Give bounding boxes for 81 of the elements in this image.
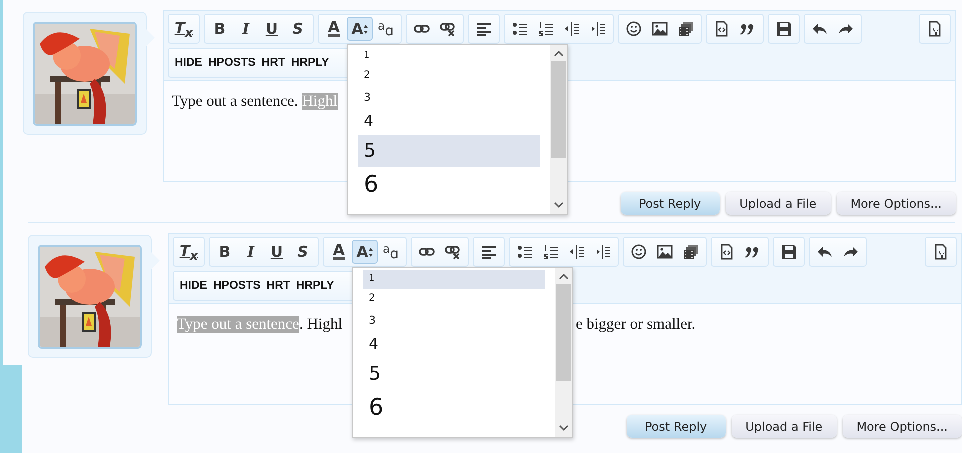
scrollbar[interactable] bbox=[550, 45, 567, 214]
editor-text: Type out a sentence. Highl bbox=[172, 93, 338, 112]
font-size-option[interactable]: 1 bbox=[358, 47, 540, 66]
smiley-icon bbox=[631, 244, 647, 260]
redo-icon bbox=[843, 244, 859, 260]
font-size-button[interactable]: A bbox=[352, 240, 378, 264]
film-icon bbox=[683, 244, 699, 260]
scroll-up-icon[interactable] bbox=[558, 273, 568, 281]
save-icon bbox=[781, 244, 797, 260]
font-size-option[interactable]: 4 bbox=[358, 108, 540, 135]
font-size-option[interactable]: 6 bbox=[358, 167, 540, 203]
clear-format-button[interactable]: T$_{x}$ bbox=[176, 240, 202, 264]
outdent-icon bbox=[564, 21, 580, 37]
underline-button[interactable]: U bbox=[264, 240, 290, 264]
code-file-icon bbox=[714, 21, 730, 37]
arrows-icon bbox=[364, 24, 368, 34]
bullet-list-icon bbox=[517, 244, 533, 260]
scrollbar[interactable] bbox=[555, 268, 572, 437]
image-icon bbox=[657, 244, 673, 260]
align-left-icon bbox=[476, 21, 492, 37]
post-reply-button[interactable]: Post Reply bbox=[620, 192, 720, 215]
document-wrench-icon bbox=[927, 21, 943, 37]
editor-text: e bigger or smaller. bbox=[576, 316, 696, 335]
outdent-icon bbox=[569, 244, 585, 260]
post-reply-button[interactable]: Post Reply bbox=[626, 415, 726, 438]
strikethrough-button[interactable]: S bbox=[290, 240, 316, 264]
action-button[interactable]: More Options... bbox=[842, 415, 962, 438]
scrollbar-thumb[interactable] bbox=[551, 61, 566, 158]
tag-button[interactable]: HPOSTS bbox=[211, 280, 263, 292]
bullet-list-icon bbox=[512, 21, 528, 37]
scrollbar-thumb[interactable] bbox=[556, 284, 571, 381]
font-size-option[interactable]: 1 bbox=[363, 270, 545, 289]
clear-format-button[interactable]: T$_{x}$ bbox=[171, 17, 197, 41]
font-size-option[interactable]: 6 bbox=[363, 390, 545, 426]
arrows-icon bbox=[369, 248, 374, 256]
font-size-option[interactable]: 3 bbox=[358, 86, 540, 108]
scroll-up-icon[interactable] bbox=[554, 50, 564, 58]
scroll-down-icon[interactable] bbox=[554, 201, 564, 209]
indent-icon bbox=[590, 21, 606, 37]
font-size-button[interactable]: A bbox=[347, 17, 373, 41]
tag-button[interactable]: HRT bbox=[264, 280, 292, 292]
italic-button[interactable]: I bbox=[233, 17, 259, 41]
strikethrough-button[interactable]: S bbox=[285, 17, 311, 41]
tag-button[interactable]: HRT bbox=[260, 57, 288, 69]
text-color-button[interactable]: A bbox=[326, 240, 352, 264]
editor-text: Type out a sentence. Highl bbox=[177, 316, 344, 335]
scroll-down-icon[interactable] bbox=[558, 424, 568, 432]
action-button[interactable]: Upload a File bbox=[726, 192, 831, 215]
font-size-option[interactable]: 5 bbox=[363, 358, 545, 390]
image-icon bbox=[652, 21, 668, 37]
font-family-button[interactable]: $^{a}$ɑ bbox=[373, 17, 399, 41]
indent-icon bbox=[595, 244, 611, 260]
font-size-option[interactable]: 5 bbox=[358, 135, 540, 167]
smiley-icon bbox=[626, 21, 642, 37]
align-left-icon bbox=[481, 244, 497, 260]
text-color-button[interactable]: A bbox=[321, 17, 347, 41]
underline-button[interactable]: U bbox=[259, 17, 285, 41]
unlink-icon bbox=[440, 21, 456, 37]
italic-button[interactable]: I bbox=[238, 240, 264, 264]
tag-button[interactable]: HRPLY bbox=[294, 280, 336, 292]
document-wrench-icon bbox=[933, 244, 949, 260]
redo-icon bbox=[838, 21, 854, 37]
tag-button[interactable]: HIDE bbox=[178, 280, 210, 292]
font-size-option[interactable]: 2 bbox=[363, 289, 545, 309]
bold-button[interactable]: B bbox=[207, 17, 233, 41]
font-size-option[interactable]: 2 bbox=[358, 66, 540, 86]
film-icon bbox=[678, 21, 694, 37]
save-icon bbox=[776, 21, 792, 37]
code-file-icon bbox=[719, 244, 735, 260]
bold-button[interactable]: B bbox=[212, 240, 238, 264]
font-family-button[interactable]: $^{a}$ɑ bbox=[378, 240, 404, 264]
tag-button[interactable]: HPOSTS bbox=[206, 57, 258, 69]
unlink-icon bbox=[445, 244, 461, 260]
font-size-option[interactable]: 3 bbox=[363, 309, 545, 331]
tag-button[interactable]: HIDE bbox=[173, 57, 204, 69]
action-button[interactable]: Upload a File bbox=[732, 415, 837, 438]
tag-button[interactable]: HRPLY bbox=[289, 57, 332, 69]
action-button[interactable]: More Options... bbox=[836, 192, 956, 215]
numbered-list-icon bbox=[538, 21, 554, 37]
font-size-option[interactable]: 4 bbox=[363, 331, 545, 358]
numbered-list-icon bbox=[543, 244, 559, 260]
